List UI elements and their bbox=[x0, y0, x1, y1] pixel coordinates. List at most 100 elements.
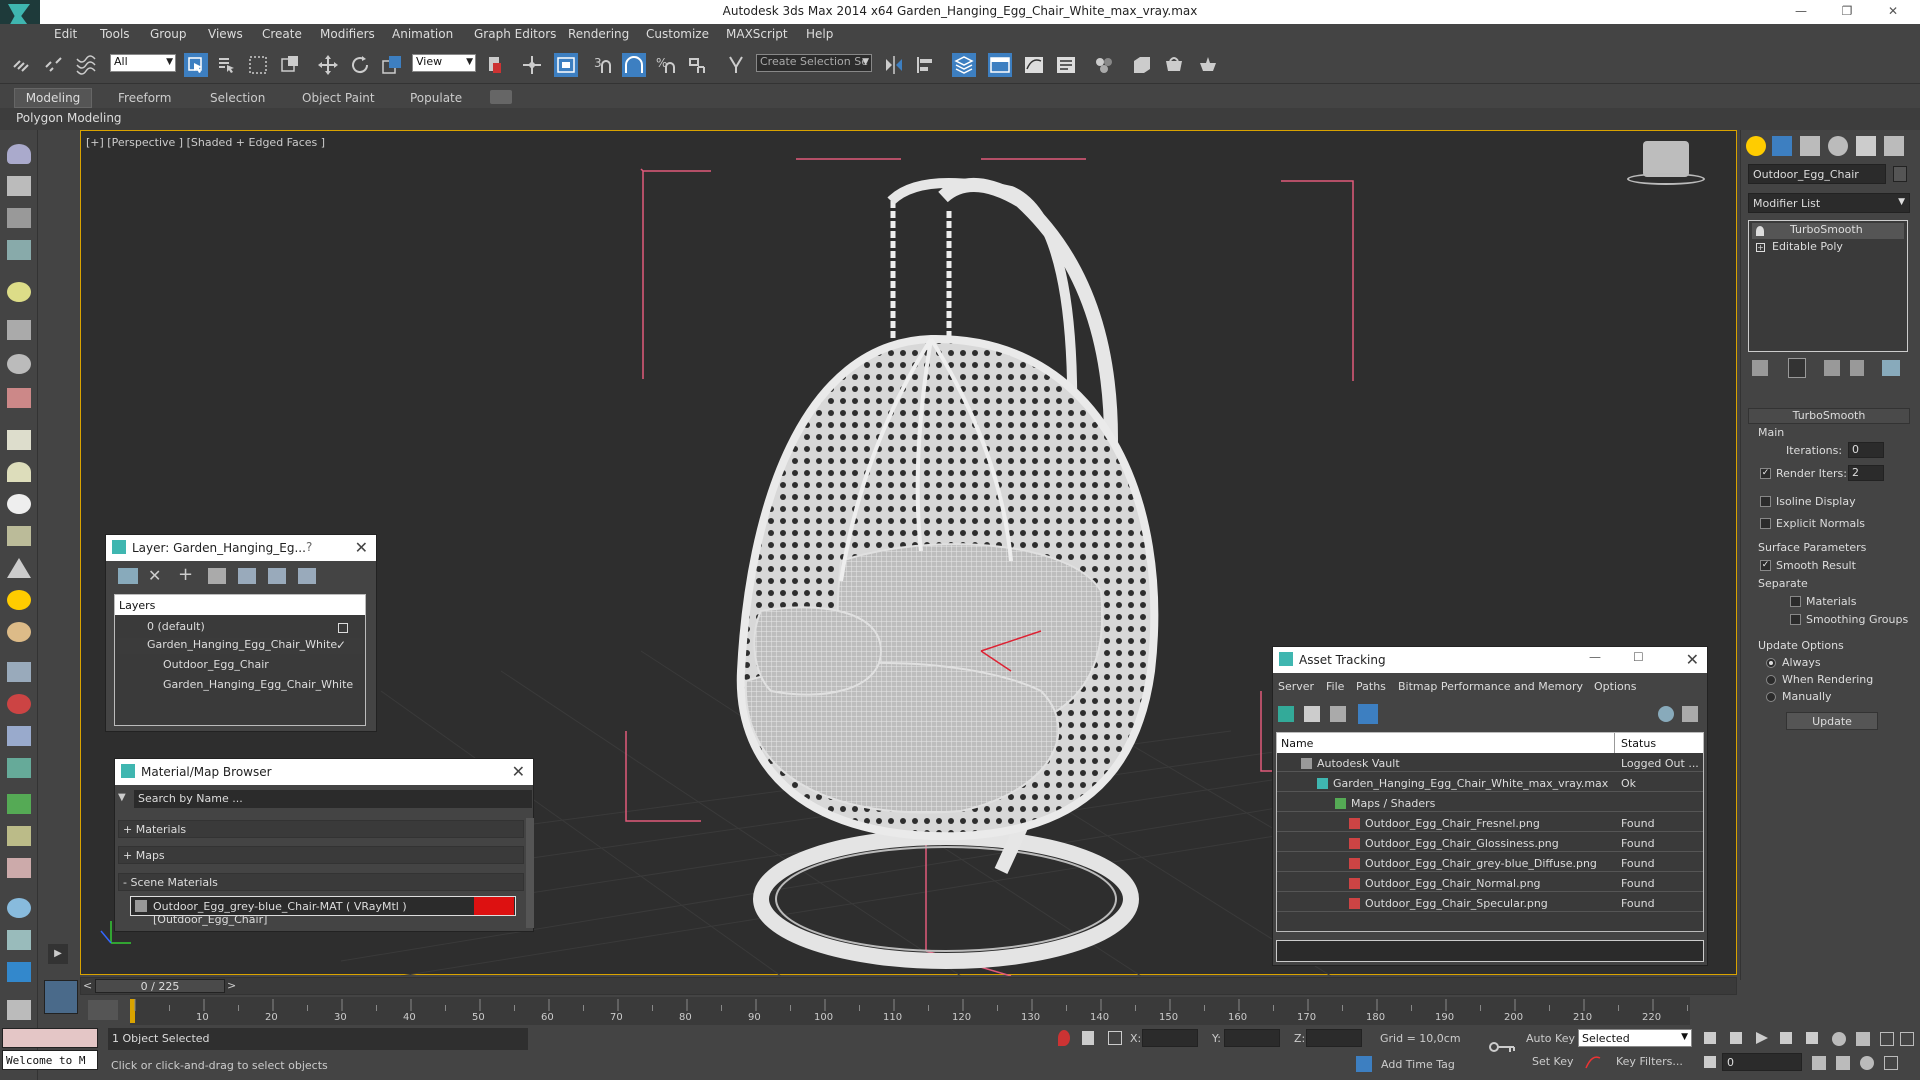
object-name-field[interactable]: Outdoor_Egg_Chair bbox=[1748, 164, 1886, 184]
utilities-tab-icon[interactable] bbox=[1884, 136, 1904, 156]
detail-view-icon[interactable] bbox=[1330, 706, 1346, 722]
teapot-icon[interactable] bbox=[7, 144, 31, 164]
modifier-icon[interactable] bbox=[7, 858, 31, 878]
help-icon[interactable]: ? bbox=[306, 540, 312, 554]
add-time-tag[interactable]: Add Time Tag bbox=[1381, 1058, 1455, 1071]
time-slider-thumb[interactable]: 0 / 225 bbox=[95, 979, 225, 993]
tab-freeform[interactable]: Freeform bbox=[118, 91, 171, 105]
asset-tracking-titlebar[interactable]: Asset Tracking — ☐ ✕ bbox=[1273, 647, 1707, 673]
link-icon[interactable] bbox=[10, 53, 34, 77]
smooth-result-checkbox[interactable]: ✓ bbox=[1760, 560, 1771, 571]
goto-end-icon[interactable] bbox=[1806, 1032, 1818, 1044]
pin-stack-icon[interactable] bbox=[1752, 360, 1768, 376]
menu-modifiers[interactable]: Modifiers bbox=[320, 27, 375, 41]
absolute-mode-icon[interactable] bbox=[1108, 1031, 1122, 1045]
field-of-view-icon[interactable] bbox=[1812, 1056, 1826, 1070]
ribbon-options-icon[interactable] bbox=[490, 90, 512, 104]
menu-bitmap-performance[interactable]: Bitmap Performance and Memory bbox=[1398, 680, 1583, 693]
stack-item-turbosmooth[interactable]: TurboSmooth bbox=[1752, 223, 1904, 239]
scale-icon[interactable] bbox=[380, 53, 404, 77]
table-row[interactable]: Outdoor_Egg_Chair_Normal.png Found bbox=[1277, 876, 1703, 892]
menu-rendering[interactable]: Rendering bbox=[568, 27, 629, 41]
delete-layer-icon[interactable]: ✕ bbox=[148, 566, 161, 585]
select-by-name-icon[interactable] bbox=[214, 53, 238, 77]
menu-graph-editors[interactable]: Graph Editors bbox=[474, 27, 556, 41]
rotate-icon[interactable] bbox=[348, 53, 372, 77]
close-icon[interactable]: ✕ bbox=[512, 762, 525, 781]
globe-icon[interactable] bbox=[7, 898, 31, 918]
dynamics-icon[interactable] bbox=[7, 694, 31, 714]
expand-arrow-icon[interactable]: ▶ bbox=[48, 944, 68, 964]
percent-snap-icon[interactable]: % bbox=[654, 53, 678, 77]
pivot-center-icon[interactable] bbox=[484, 53, 508, 77]
previous-frame-icon[interactable] bbox=[1730, 1032, 1742, 1044]
object-color-swatch[interactable] bbox=[1893, 166, 1907, 182]
iterations-spinner[interactable]: 0 bbox=[1848, 442, 1884, 458]
create-tab-icon[interactable] bbox=[1746, 136, 1766, 156]
table-row[interactable]: Outdoor_Egg_Chair_Glossiness.png Found bbox=[1277, 836, 1703, 852]
modify-tab-icon[interactable] bbox=[1772, 136, 1792, 156]
ribbon-toggle-icon[interactable] bbox=[988, 53, 1012, 77]
play-icon[interactable] bbox=[1756, 1032, 1768, 1044]
menu-edit[interactable]: Edit bbox=[54, 27, 77, 41]
selection-lock-icon[interactable] bbox=[1082, 1031, 1094, 1045]
menu-maxscript[interactable]: MAXScript bbox=[726, 27, 788, 41]
mini-curve-editor-icon[interactable] bbox=[88, 1000, 118, 1020]
viewcube-icon[interactable] bbox=[1643, 141, 1689, 177]
system-icon[interactable] bbox=[7, 726, 31, 746]
highlight-layer-icon[interactable] bbox=[238, 568, 256, 584]
isoline-display-checkbox[interactable] bbox=[1760, 496, 1771, 507]
table-row[interactable]: Outdoor_Egg_Chair_Fresnel.png Found bbox=[1277, 816, 1703, 832]
table-row[interactable]: Autodesk Vault Logged Out ... bbox=[1277, 756, 1703, 772]
auto-key-button[interactable]: Auto Key bbox=[1526, 1032, 1575, 1045]
rollout-turbosmooth[interactable]: TurboSmooth bbox=[1748, 408, 1910, 424]
tab-selection[interactable]: Selection bbox=[210, 91, 265, 105]
align-icon[interactable] bbox=[914, 53, 938, 77]
layer-object-row[interactable]: Outdoor_Egg_Chair bbox=[131, 658, 359, 674]
menu-views[interactable]: Views bbox=[208, 27, 243, 41]
select-in-layer-icon[interactable] bbox=[208, 568, 226, 584]
spinner-snap-icon[interactable] bbox=[686, 53, 710, 77]
light-icon[interactable] bbox=[7, 282, 31, 302]
plant-icon[interactable] bbox=[7, 526, 31, 546]
menu-options[interactable]: Options bbox=[1594, 680, 1636, 693]
camera-icon[interactable] bbox=[7, 320, 31, 340]
add-to-layer-icon[interactable]: + bbox=[178, 564, 193, 585]
filter-dropdown-icon[interactable]: ▼ bbox=[118, 792, 126, 803]
default-tangent-icon[interactable] bbox=[1584, 1054, 1602, 1070]
layer-object-row[interactable]: Garden_Hanging_Egg_Chair_White bbox=[131, 678, 359, 694]
table-view-icon[interactable] bbox=[1358, 704, 1378, 724]
asset-path-field[interactable] bbox=[1276, 940, 1704, 962]
show-end-result-icon[interactable] bbox=[1788, 358, 1806, 378]
menu-animation[interactable]: Animation bbox=[392, 27, 453, 41]
hide-layers-icon[interactable] bbox=[268, 568, 286, 584]
zoom-all-icon[interactable] bbox=[1856, 1032, 1870, 1046]
tab-modeling[interactable]: Modeling bbox=[14, 88, 92, 108]
display-tab-icon[interactable] bbox=[1856, 136, 1876, 156]
ribbon-subtitle[interactable]: Polygon Modeling bbox=[16, 111, 122, 125]
maximize-viewport-icon[interactable] bbox=[1884, 1056, 1898, 1070]
dome-icon[interactable] bbox=[7, 462, 31, 482]
render-iters-spinner[interactable]: 2 bbox=[1848, 465, 1884, 481]
z-coord-field[interactable] bbox=[1306, 1029, 1362, 1047]
bind-space-warp-icon[interactable] bbox=[74, 53, 98, 77]
material-browser-titlebar[interactable]: Material/Map Browser ✕ bbox=[115, 759, 533, 785]
menu-help[interactable]: Help bbox=[806, 27, 833, 41]
space-warp-icon[interactable] bbox=[7, 388, 31, 408]
settings-icon[interactable] bbox=[1682, 706, 1698, 722]
motion-tab-icon[interactable] bbox=[1828, 136, 1848, 156]
group-maps[interactable]: + Maps bbox=[118, 846, 524, 864]
menu-customize[interactable]: Customize bbox=[646, 27, 709, 41]
explicit-normals-checkbox[interactable] bbox=[1760, 518, 1771, 529]
asset-icon[interactable] bbox=[7, 1000, 31, 1020]
curve-editor-icon[interactable] bbox=[1022, 53, 1046, 77]
move-icon[interactable] bbox=[316, 53, 340, 77]
viewcube-ring[interactable] bbox=[1627, 173, 1705, 185]
make-unique-icon[interactable] bbox=[1824, 360, 1840, 376]
grass-icon[interactable] bbox=[7, 794, 31, 814]
search-by-name-input[interactable]: Search by Name ... bbox=[134, 790, 532, 808]
current-frame-field[interactable]: 0 bbox=[1722, 1053, 1802, 1071]
menu-create[interactable]: Create bbox=[262, 27, 302, 41]
zoom-extents-all-icon[interactable] bbox=[1900, 1032, 1914, 1046]
key-mode-dropdown[interactable]: Selected ▼ bbox=[1578, 1029, 1692, 1047]
